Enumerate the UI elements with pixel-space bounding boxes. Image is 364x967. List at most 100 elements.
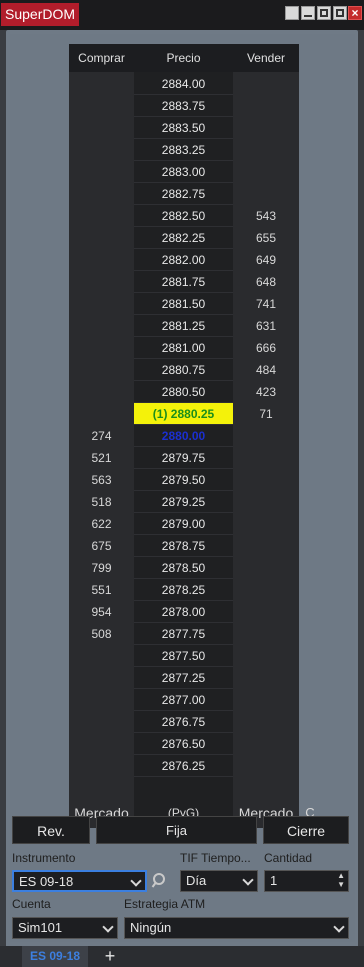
price-cell[interactable]: 2877.00 bbox=[134, 689, 233, 711]
options-icon[interactable] bbox=[285, 6, 299, 20]
bid-cell[interactable] bbox=[69, 733, 134, 755]
ask-cell[interactable] bbox=[233, 183, 299, 205]
bid-cell[interactable]: 799 bbox=[69, 557, 134, 579]
ask-cell[interactable]: 655 bbox=[233, 227, 299, 249]
price-cell[interactable]: (1) 2880.25 bbox=[134, 403, 233, 425]
account-select[interactable]: Sim101 bbox=[12, 917, 118, 939]
price-cell[interactable]: 2881.25 bbox=[134, 315, 233, 337]
bid-cell[interactable] bbox=[69, 117, 134, 139]
bid-cell[interactable] bbox=[69, 139, 134, 161]
price-cell[interactable]: 2878.00 bbox=[134, 601, 233, 623]
ask-cell[interactable] bbox=[233, 689, 299, 711]
tif-select[interactable]: Día bbox=[180, 870, 258, 892]
price-cell[interactable]: 2883.50 bbox=[134, 117, 233, 139]
price-cell[interactable]: 2876.50 bbox=[134, 733, 233, 755]
price-cell[interactable]: 2882.00 bbox=[134, 249, 233, 271]
ask-cell[interactable]: 484 bbox=[233, 359, 299, 381]
bid-cell[interactable] bbox=[69, 271, 134, 293]
bid-cell[interactable]: 518 bbox=[69, 491, 134, 513]
bid-cell[interactable] bbox=[69, 403, 134, 425]
ask-cell[interactable] bbox=[233, 645, 299, 667]
price-cell[interactable]: 2877.50 bbox=[134, 645, 233, 667]
bid-cell[interactable] bbox=[69, 667, 134, 689]
ask-cell[interactable]: 649 bbox=[233, 249, 299, 271]
price-cell[interactable]: 2882.75 bbox=[134, 183, 233, 205]
ask-cell[interactable] bbox=[233, 601, 299, 623]
ask-cell[interactable] bbox=[233, 447, 299, 469]
bid-cell[interactable] bbox=[69, 337, 134, 359]
price-cell[interactable]: 2884.00 bbox=[134, 73, 233, 95]
bid-cell[interactable]: 954 bbox=[69, 601, 134, 623]
ask-cell[interactable] bbox=[233, 161, 299, 183]
ask-cell[interactable]: 543 bbox=[233, 205, 299, 227]
ask-cell[interactable]: 648 bbox=[233, 271, 299, 293]
price-cell[interactable]: 2880.50 bbox=[134, 381, 233, 403]
bid-cell[interactable] bbox=[69, 293, 134, 315]
bid-cell[interactable] bbox=[69, 205, 134, 227]
price-cell[interactable]: 2879.75 bbox=[134, 447, 233, 469]
ask-cell[interactable] bbox=[233, 95, 299, 117]
ask-cell[interactable] bbox=[233, 733, 299, 755]
tab-instrument[interactable]: ES 09-18 bbox=[22, 946, 89, 967]
bid-cell[interactable] bbox=[69, 359, 134, 381]
bid-cell[interactable]: 508 bbox=[69, 623, 134, 645]
bid-cell[interactable]: 551 bbox=[69, 579, 134, 601]
price-cell[interactable]: 2882.25 bbox=[134, 227, 233, 249]
price-cell[interactable]: 2882.50 bbox=[134, 205, 233, 227]
price-cell[interactable]: 2881.75 bbox=[134, 271, 233, 293]
ask-cell[interactable] bbox=[233, 557, 299, 579]
search-icon[interactable] bbox=[151, 872, 169, 890]
bid-cell[interactable] bbox=[69, 711, 134, 733]
bid-cell[interactable] bbox=[69, 689, 134, 711]
price-cell[interactable]: 2879.25 bbox=[134, 491, 233, 513]
price-cell[interactable]: 2878.25 bbox=[134, 579, 233, 601]
price-cell[interactable]: 2877.25 bbox=[134, 667, 233, 689]
bid-cell[interactable] bbox=[69, 161, 134, 183]
bid-cell[interactable] bbox=[69, 95, 134, 117]
price-cell[interactable]: 2876.75 bbox=[134, 711, 233, 733]
bid-cell[interactable]: 521 bbox=[69, 447, 134, 469]
ask-cell[interactable] bbox=[233, 425, 299, 447]
price-cell[interactable]: 2877.75 bbox=[134, 623, 233, 645]
bid-cell[interactable] bbox=[69, 73, 134, 95]
price-cell[interactable]: 2880.75 bbox=[134, 359, 233, 381]
plus-icon[interactable]: + bbox=[98, 946, 122, 967]
price-cell[interactable]: 2880.00 bbox=[134, 425, 233, 447]
ask-cell[interactable] bbox=[233, 117, 299, 139]
price-cell[interactable]: 2879.00 bbox=[134, 513, 233, 535]
instrument-select[interactable]: ES 09-18 bbox=[12, 870, 147, 892]
ask-cell[interactable]: 666 bbox=[233, 337, 299, 359]
bid-cell[interactable] bbox=[69, 183, 134, 205]
bid-cell[interactable] bbox=[69, 645, 134, 667]
stepper-arrows-icon[interactable]: ▲ ▼ bbox=[337, 871, 345, 889]
ask-cell[interactable] bbox=[233, 667, 299, 689]
price-cell[interactable]: 2881.00 bbox=[134, 337, 233, 359]
ask-cell[interactable] bbox=[233, 469, 299, 491]
rev-button[interactable]: Rev. bbox=[12, 816, 90, 844]
ask-cell[interactable]: 71 bbox=[233, 403, 299, 425]
price-cell[interactable]: 2878.50 bbox=[134, 557, 233, 579]
fija-button[interactable]: Fija bbox=[96, 816, 257, 844]
bid-cell[interactable] bbox=[69, 381, 134, 403]
ask-cell[interactable] bbox=[233, 711, 299, 733]
ask-cell[interactable] bbox=[233, 513, 299, 535]
price-cell[interactable]: 2876.25 bbox=[134, 755, 233, 777]
price-column[interactable]: 2884.00 2883.75 2883.50 2883.25 2883.00 2882.… bbox=[134, 72, 233, 798]
ask-cell[interactable]: 423 bbox=[233, 381, 299, 403]
ask-cell[interactable] bbox=[233, 139, 299, 161]
close-icon[interactable]: × bbox=[348, 6, 362, 20]
ask-cell[interactable] bbox=[233, 623, 299, 645]
price-cell[interactable]: 2881.50 bbox=[134, 293, 233, 315]
price-cell[interactable]: 2883.00 bbox=[134, 161, 233, 183]
ask-cell[interactable]: 631 bbox=[233, 315, 299, 337]
ask-cell[interactable] bbox=[233, 755, 299, 777]
bid-cell[interactable] bbox=[69, 315, 134, 337]
ask-cell[interactable] bbox=[233, 491, 299, 513]
atm-strategy-select[interactable]: Ningún bbox=[124, 917, 349, 939]
ask-column[interactable]: 543 655 649 648 741 631 666 484 423 71 bbox=[233, 72, 299, 798]
bid-cell[interactable]: 274 bbox=[69, 425, 134, 447]
ask-cell[interactable] bbox=[233, 579, 299, 601]
ask-cell[interactable]: 741 bbox=[233, 293, 299, 315]
cierre-button[interactable]: Cierre bbox=[263, 816, 349, 844]
bid-cell[interactable] bbox=[69, 227, 134, 249]
